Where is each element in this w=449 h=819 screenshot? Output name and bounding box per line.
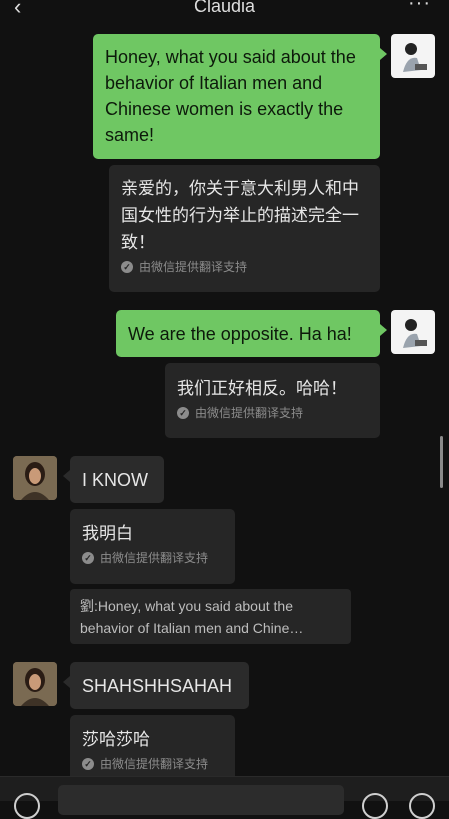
- translation-credit: 由微信提供翻译支持: [139, 260, 248, 274]
- received-message-bubble[interactable]: SHAHSHHSAHAH: [70, 662, 249, 709]
- my-avatar[interactable]: [391, 310, 435, 354]
- received-message-bubble[interactable]: I KNOW: [70, 456, 164, 503]
- chat-header: ‹ Claudia ···: [0, 0, 449, 20]
- check-circle-icon: ✓: [82, 757, 94, 770]
- check-circle-icon: ✓: [121, 260, 133, 273]
- message-text: I KNOW: [82, 470, 148, 490]
- quoted-message[interactable]: 劉:Honey, what you said about the behavio…: [70, 589, 351, 644]
- quoted-message-text: 劉:Honey, what you said about the behavio…: [80, 598, 304, 636]
- translation-credit: 由微信提供翻译支持: [100, 551, 209, 565]
- message-input[interactable]: [58, 785, 344, 815]
- translation-text: 我们正好相反。哈哈！: [177, 379, 347, 398]
- translation-box[interactable]: 我明白 ✓ 由微信提供翻译支持: [70, 509, 235, 584]
- sent-message-bubble[interactable]: Honey, what you said about the behavior …: [93, 34, 380, 159]
- input-bar: [0, 776, 449, 819]
- check-circle-icon: ✓: [82, 551, 94, 564]
- scrollbar[interactable]: [440, 436, 443, 488]
- translation-credit: 由微信提供翻译支持: [100, 757, 209, 771]
- more-options-icon[interactable]: ···: [408, 0, 431, 15]
- emoji-icon[interactable]: [362, 793, 388, 819]
- my-avatar[interactable]: [391, 34, 435, 78]
- translation-text: 亲爱的，你关于意大利男人和中国女性的行为举止的描述完全一致！: [121, 179, 359, 252]
- sent-message-bubble[interactable]: We are the opposite. Ha ha!: [116, 310, 380, 357]
- translation-text: 我明白: [82, 524, 133, 543]
- translation-text: 莎哈莎哈: [82, 730, 150, 749]
- claudia-avatar[interactable]: [13, 456, 57, 500]
- claudia-avatar[interactable]: [13, 662, 57, 706]
- message-text: SHAHSHHSAHAH: [82, 676, 233, 696]
- translation-credit: 由微信提供翻译支持: [195, 406, 304, 420]
- voice-icon[interactable]: [14, 793, 40, 819]
- message-text: Honey, what you said about the behavior …: [105, 47, 356, 145]
- check-circle-icon: ✓: [177, 406, 189, 419]
- chat-title: Claudia: [193, 0, 256, 16]
- add-icon[interactable]: [409, 793, 435, 819]
- translation-box[interactable]: 亲爱的，你关于意大利男人和中国女性的行为举止的描述完全一致！ ✓ 由微信提供翻译…: [109, 165, 380, 292]
- translation-box[interactable]: 我们正好相反。哈哈！ ✓ 由微信提供翻译支持: [165, 363, 380, 438]
- message-text: We are the opposite. Ha ha!: [128, 324, 352, 344]
